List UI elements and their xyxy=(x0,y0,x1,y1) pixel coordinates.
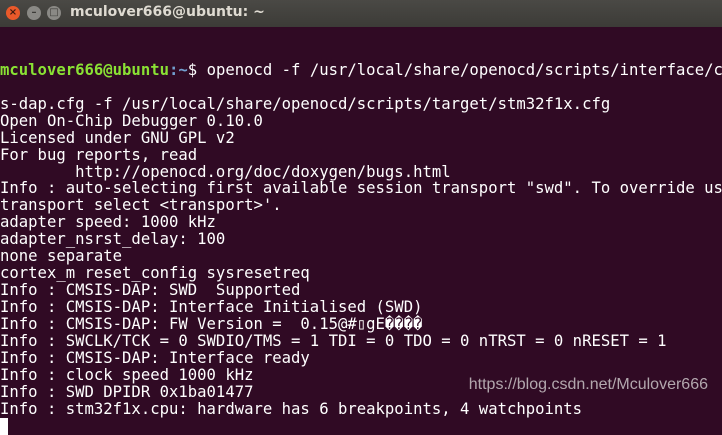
prompt-symbol: $ xyxy=(187,60,207,79)
watermark: https://blog.csdn.net/Mculover666 xyxy=(468,376,708,393)
output-line: cortex_m reset_config sysresetreq xyxy=(0,264,310,283)
output-line: Info : CMSIS-DAP: FW Version = 0.15@#▯gE… xyxy=(0,314,423,333)
output-line: Info : CMSIS-DAP: SWD Supported xyxy=(0,281,301,300)
output-line: For bug reports, read xyxy=(0,145,198,164)
output-line: http://openocd.org/doc/doxygen/bugs.html xyxy=(0,162,451,181)
output-line: Info : auto-selecting first available se… xyxy=(0,179,722,198)
output-line: s-dap.cfg -f /usr/local/share/openocd/sc… xyxy=(0,94,611,113)
output-line: Info : SWCLK/TCK = 0 SWDIO/TMS = 1 TDI =… xyxy=(0,331,667,350)
output-line: adapter speed: 1000 kHz xyxy=(0,213,216,232)
terminal-output[interactable]: mculover666@ubuntu:~$ openocd -f /usr/lo… xyxy=(0,28,722,435)
output-line: Info : CMSIS-DAP: Interface Initialised … xyxy=(0,298,423,317)
maximize-button[interactable]: □ xyxy=(47,6,61,20)
output-line: Open On-Chip Debugger 0.10.0 xyxy=(0,111,263,130)
window-title: mculover666@ubuntu: ~ xyxy=(70,4,265,20)
minimize-button[interactable]: – xyxy=(27,6,41,20)
close-icon: × xyxy=(8,7,18,18)
prompt-line: mculover666@ubuntu:~$ openocd -f /usr/lo… xyxy=(0,60,722,79)
prompt-user-host: mculover666@ubuntu xyxy=(0,60,169,79)
output-line: adapter_nsrst_delay: 100 xyxy=(0,230,226,249)
output-line: Info : CMSIS-DAP: Interface ready xyxy=(0,348,310,367)
title-bar: × – □ mculover666@ubuntu: ~ xyxy=(0,0,722,27)
close-button[interactable]: × xyxy=(6,6,20,20)
output-line: none separate xyxy=(0,247,123,266)
output-line: Licensed under GNU GPL v2 xyxy=(0,128,235,147)
minimize-icon: – xyxy=(31,7,37,18)
command-text: openocd -f /usr/local/share/openocd/scri… xyxy=(206,60,722,79)
cursor xyxy=(0,417,8,435)
prompt-path: :~ xyxy=(169,60,188,79)
cursor-line xyxy=(0,417,722,435)
output-line: transport select <transport>'. xyxy=(0,196,282,215)
maximize-icon: □ xyxy=(49,7,59,18)
output-line: Info : stm32f1x.cpu: hardware has 6 brea… xyxy=(0,399,583,418)
